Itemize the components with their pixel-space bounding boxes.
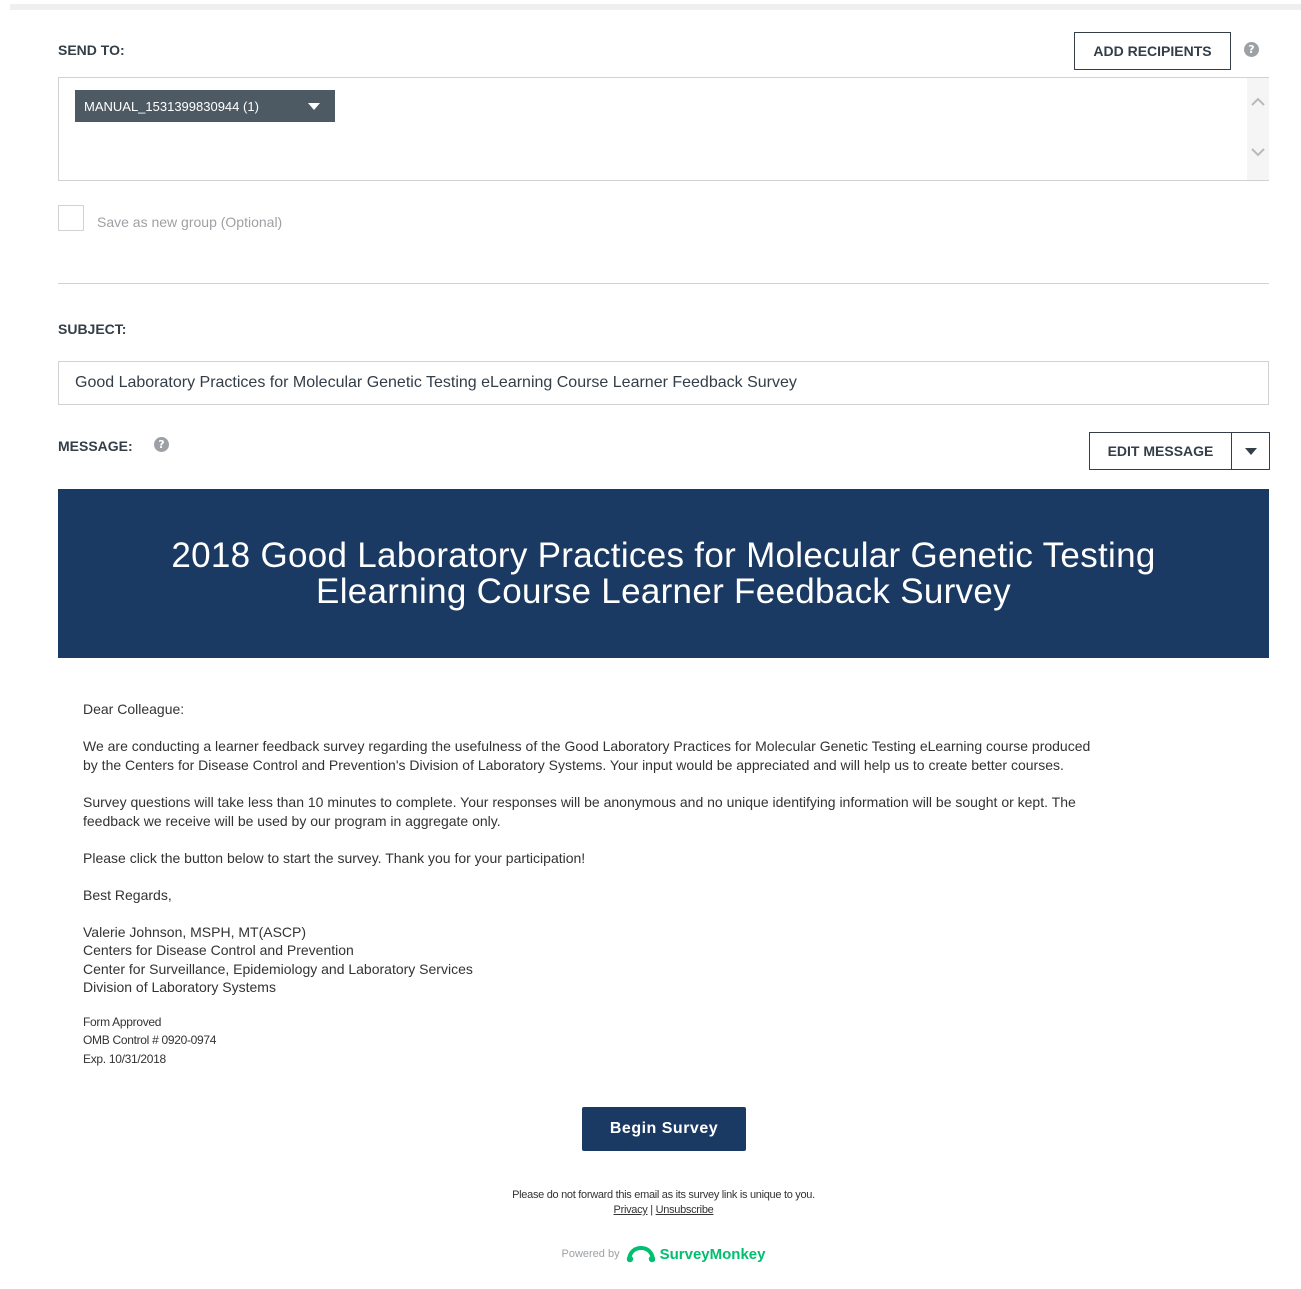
signature-division: Division of Laboratory Systems [83, 979, 276, 995]
help-icon-glyph: ? [1248, 43, 1255, 56]
powered-by: Powered by SurveyMonkey [58, 1245, 1269, 1263]
chevron-up-icon[interactable] [1250, 97, 1266, 107]
subject-label: SUBJECT: [58, 321, 127, 337]
edit-message-dropdown[interactable] [1232, 432, 1270, 470]
signature-center: Center for Surveillance, Epidemiology an… [83, 961, 473, 977]
email-para2-line1: Survey questions will take less than 10 … [83, 794, 1076, 810]
unsubscribe-link[interactable]: Unsubscribe [656, 1204, 714, 1216]
email-para3: Please click the button below to start t… [83, 850, 586, 866]
banner-title-line2: Elearning Course Learner Feedback Survey [316, 571, 1011, 611]
footer-links: Privacy | Unsubscribe [58, 1204, 1269, 1216]
email-banner: 2018 Good Laboratory Practices for Molec… [58, 489, 1269, 658]
powered-by-label: Powered by [561, 1248, 620, 1260]
brand-name: SurveyMonkey [659, 1245, 766, 1263]
email-para1-line1: We are conducting a learner feedback sur… [83, 738, 1091, 754]
caret-down-icon [1244, 447, 1257, 455]
edit-message-group: EDIT MESSAGE [1089, 432, 1270, 470]
message-help-icon-glyph: ? [158, 438, 165, 451]
email-closing: Best Regards, [83, 887, 172, 903]
email-para1-line2: by the Centers for Disease Control and P… [83, 757, 1064, 773]
forward-note: Please do not forward this email as its … [512, 1189, 815, 1201]
send-to-label: SEND TO: [58, 42, 125, 58]
form-expiration: Exp. 10/31/2018 [83, 1052, 166, 1066]
signature-org: Centers for Disease Control and Preventi… [83, 942, 354, 958]
banner-title-line1: 2018 Good Laboratory Practices for Molec… [171, 535, 1156, 575]
save-group-checkbox[interactable] [58, 205, 84, 231]
omb-control: OMB Control # 0920-0974 [83, 1033, 217, 1047]
privacy-link[interactable]: Privacy [614, 1204, 648, 1216]
message-label: MESSAGE: [58, 438, 133, 454]
begin-survey-button[interactable]: Begin Survey [582, 1107, 746, 1151]
subject-input[interactable]: Good Laboratory Practices for Molecular … [58, 361, 1269, 405]
link-separator: | [650, 1204, 653, 1216]
recipient-chip-label: MANUAL_1531399830944 (1) [84, 98, 259, 114]
edit-message-button[interactable]: EDIT MESSAGE [1089, 432, 1232, 470]
chevron-down-icon[interactable] [1250, 147, 1266, 157]
form-approved: Form Approved [83, 1015, 162, 1029]
save-group-label: Save as new group (Optional) [97, 214, 283, 230]
recipient-chip[interactable]: MANUAL_1531399830944 (1) [75, 90, 335, 122]
email-body: Dear Colleague: We are conducting a lear… [58, 658, 1269, 1289]
add-recipients-button[interactable]: ADD RECIPIENTS [1074, 32, 1231, 70]
recipients-scrollbar[interactable] [1247, 78, 1269, 180]
help-icon[interactable]: ? [1244, 42, 1259, 57]
email-greeting: Dear Colleague: [83, 701, 185, 717]
recipients-box[interactable]: MANUAL_1531399830944 (1) [58, 77, 1269, 181]
email-para2-line2: feedback we receive will be used by our … [83, 813, 501, 829]
caret-down-icon[interactable] [308, 103, 320, 110]
surveymonkey-logo-icon [626, 1245, 655, 1263]
surveymonkey-logo[interactable]: SurveyMonkey [626, 1245, 766, 1263]
section-divider [58, 283, 1269, 284]
signature-name: Valerie Johnson, MSPH, MT(ASCP) [83, 924, 307, 940]
message-help-icon[interactable]: ? [154, 437, 169, 452]
